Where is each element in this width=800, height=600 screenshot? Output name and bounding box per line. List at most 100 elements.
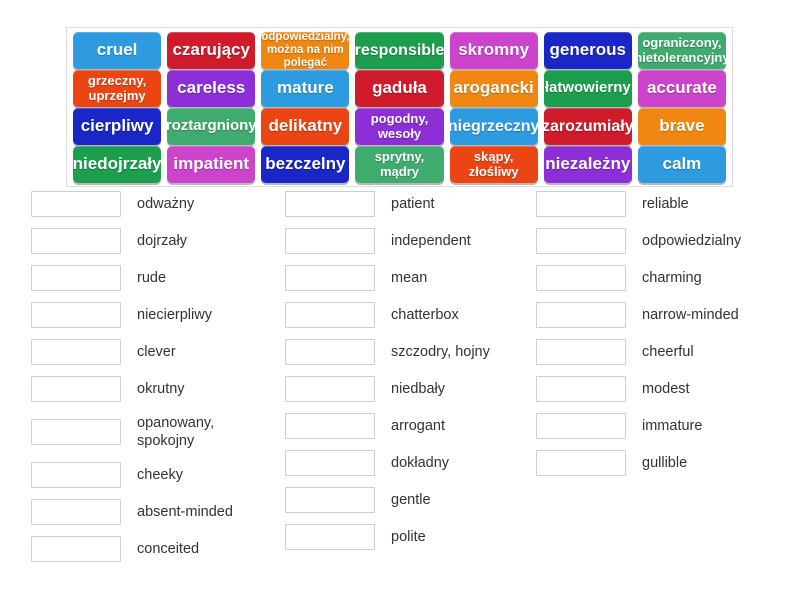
word-tile[interactable]: łatwowierny	[543, 70, 632, 107]
word-tile[interactable]: niedojrzały	[73, 146, 162, 183]
list-item-label: mean	[391, 269, 428, 286]
answer-drop-box[interactable]	[31, 339, 121, 365]
list-item: dokładny	[285, 450, 533, 476]
list-item: odpowiedzialny	[536, 228, 791, 254]
list-item-label: gullible	[642, 454, 688, 471]
list-item-label: gentle	[391, 491, 431, 508]
word-tile[interactable]: arogancki	[449, 70, 538, 107]
list-item: reliable	[536, 191, 791, 217]
list-item: absent-minded	[31, 499, 281, 525]
word-tile[interactable]: calm	[637, 146, 726, 183]
word-tile-bank: cruel czarujący odpowiedzialny, można na n…	[66, 27, 733, 187]
list-item-label: dokładny	[391, 454, 450, 471]
answer-drop-box[interactable]	[536, 191, 626, 217]
word-tile[interactable]: mature	[261, 70, 350, 107]
list-item: gullible	[536, 450, 791, 476]
word-tile[interactable]: pogodny, wesoły	[355, 108, 444, 145]
answer-column-2: patient independent mean chatterbox szczodry…	[285, 191, 533, 561]
list-item: patient	[285, 191, 533, 217]
word-tile[interactable]: gaduła	[355, 70, 444, 107]
answer-drop-box[interactable]	[31, 376, 121, 402]
answer-drop-box[interactable]	[285, 228, 375, 254]
word-tile[interactable]: czarujący	[167, 32, 256, 69]
list-item-label: absent-minded	[137, 503, 233, 520]
answer-drop-box[interactable]	[285, 524, 375, 550]
answer-column-3: reliable odpowiedzialny charming narrow-min…	[536, 191, 791, 487]
word-tile[interactable]: brave	[637, 108, 726, 145]
list-item: niedbały	[285, 376, 533, 402]
answer-drop-box[interactable]	[536, 413, 626, 439]
answer-drop-box[interactable]	[536, 302, 626, 328]
answer-drop-box[interactable]	[285, 413, 375, 439]
answer-drop-box[interactable]	[31, 419, 121, 445]
list-item-label: niedbały	[391, 380, 446, 397]
answer-drop-box[interactable]	[285, 450, 375, 476]
list-item: cheeky	[31, 462, 281, 488]
answer-drop-box[interactable]	[31, 302, 121, 328]
word-tile[interactable]: zarozumiały	[543, 108, 632, 145]
word-tile[interactable]: bezczelny	[261, 146, 350, 183]
word-tile[interactable]: cruel	[73, 32, 162, 69]
list-item-label: reliable	[642, 195, 689, 212]
list-item: szczodry, hojny	[285, 339, 533, 365]
word-tile[interactable]: careless	[167, 70, 256, 107]
list-item-label: patient	[391, 195, 435, 212]
word-tile[interactable]: accurate	[637, 70, 726, 107]
word-tile[interactable]: skromny	[449, 32, 538, 69]
list-item-label: arrogant	[391, 417, 446, 434]
answer-drop-box[interactable]	[31, 191, 121, 217]
answer-column-1: odważny dojrzały rude niecierpliwy clever okr…	[31, 191, 281, 573]
list-item-label: odpowiedzialny	[642, 232, 742, 249]
word-tile[interactable]: sprytny, mądry	[355, 146, 444, 183]
list-item-label: rude	[137, 269, 167, 286]
word-tile[interactable]: cierpliwy	[73, 108, 162, 145]
list-item: gentle	[285, 487, 533, 513]
word-tile[interactable]: responsible	[355, 32, 444, 69]
word-tile[interactable]: delikatny	[261, 108, 350, 145]
answer-drop-box[interactable]	[536, 228, 626, 254]
answer-drop-box[interactable]	[536, 450, 626, 476]
list-item: chatterbox	[285, 302, 533, 328]
answer-drop-box[interactable]	[285, 376, 375, 402]
answer-drop-box[interactable]	[31, 499, 121, 525]
list-item: mean	[285, 265, 533, 291]
list-item: odważny	[31, 191, 281, 217]
word-tile[interactable]: niezależny	[543, 146, 632, 183]
answer-drop-box[interactable]	[536, 376, 626, 402]
list-item: okrutny	[31, 376, 281, 402]
tile-row: grzeczny, uprzejmy careless mature gaduła ar…	[70, 70, 729, 107]
word-tile[interactable]: roztargniony	[167, 108, 256, 145]
list-item-label: cheerful	[642, 343, 694, 360]
list-item-label: charming	[642, 269, 702, 286]
answer-drop-box[interactable]	[285, 339, 375, 365]
answer-drop-box[interactable]	[285, 487, 375, 513]
tile-row: niedojrzały impatient bezczelny sprytny, mą…	[70, 146, 729, 183]
list-item-label: cheeky	[137, 466, 183, 483]
answer-drop-box[interactable]	[285, 191, 375, 217]
answer-drop-box[interactable]	[31, 462, 121, 488]
list-item: independent	[285, 228, 533, 254]
answer-drop-box[interactable]	[285, 302, 375, 328]
answer-drop-box[interactable]	[31, 265, 121, 291]
word-tile[interactable]: generous	[543, 32, 632, 69]
word-tile[interactable]: grzeczny, uprzejmy	[73, 70, 162, 107]
answer-drop-box[interactable]	[285, 265, 375, 291]
word-tile[interactable]: niegrzeczny	[449, 108, 538, 145]
word-tile[interactable]: skąpy, złośliwy	[449, 146, 538, 183]
list-item: conceited	[31, 536, 281, 562]
tile-row: cruel czarujący odpowiedzialny, można na n…	[70, 32, 729, 69]
answer-drop-box[interactable]	[31, 228, 121, 254]
answer-drop-box[interactable]	[536, 265, 626, 291]
word-tile[interactable]: impatient	[167, 146, 256, 183]
answer-drop-box[interactable]	[31, 536, 121, 562]
list-item: charming	[536, 265, 791, 291]
answer-drop-box[interactable]	[536, 339, 626, 365]
list-item-label: dojrzały	[137, 232, 187, 249]
word-tile[interactable]: odpowiedzialny, można na nim polegać	[261, 32, 350, 69]
word-tile[interactable]: ograniczony, nietolerancyjny	[637, 32, 726, 69]
list-item: niecierpliwy	[31, 302, 281, 328]
list-item-label: independent	[391, 232, 471, 249]
list-item: opanowany, spokojny	[31, 413, 281, 451]
list-item-label: szczodry, hojny	[391, 343, 490, 360]
list-item-label: conceited	[137, 540, 200, 557]
